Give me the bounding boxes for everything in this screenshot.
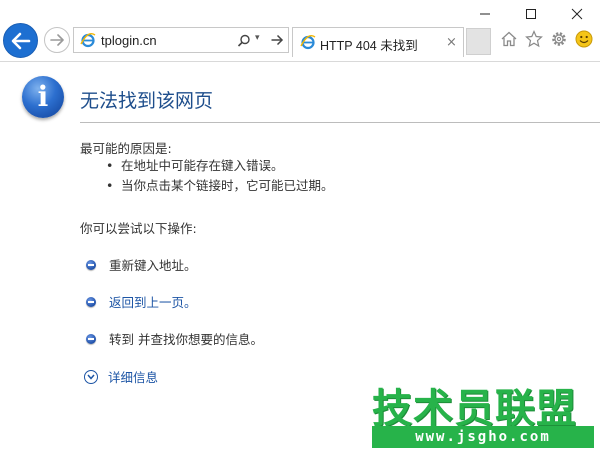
bullet-icon — [86, 259, 96, 270]
action-go-back[interactable]: 返回到上一页。 — [86, 292, 197, 311]
home-button[interactable] — [500, 30, 518, 52]
close-icon — [571, 8, 583, 20]
chevron-down-icon[interactable]: ▾ — [255, 33, 260, 43]
back-button[interactable] — [3, 23, 38, 58]
maximize-button[interactable] — [508, 0, 554, 28]
info-icon: i — [22, 76, 64, 118]
go-back-link[interactable]: 返回到上一页。 — [109, 292, 197, 311]
forward-arrow-icon — [50, 34, 64, 46]
go-arrow-icon — [271, 34, 284, 46]
more-info-toggle[interactable]: 详细信息 — [84, 367, 158, 386]
feedback-button[interactable] — [575, 30, 593, 52]
forward-button[interactable] — [44, 27, 70, 53]
tab-http-404[interactable]: HTTP 404 未找到 × — [292, 27, 464, 57]
reasons-list: 在地址中可能存在键入错误。 当你点击某个链接时，它可能已过期。 — [106, 156, 334, 196]
tab-close-icon[interactable]: × — [446, 35, 457, 50]
back-arrow-icon — [11, 32, 30, 49]
go-button[interactable] — [270, 32, 284, 51]
gear-icon — [552, 32, 566, 46]
bullet-icon — [86, 296, 96, 307]
minimize-icon — [480, 13, 490, 15]
list-item: 在地址中可能存在键入错误。 — [106, 156, 334, 176]
favorites-button[interactable] — [525, 30, 543, 52]
tools-button[interactable] — [550, 30, 568, 52]
reasons-heading: 最可能的原因是: — [80, 141, 172, 156]
browser-chrome: tplogin.cn ▾ HTTP 404 未找到 × — [0, 0, 600, 62]
more-info-label[interactable]: 详细信息 — [108, 367, 158, 386]
address-bar[interactable]: tplogin.cn ▾ — [73, 27, 289, 53]
watermark: 技术员联盟 www.jsgho.com — [356, 374, 600, 450]
watermark-url-bar: www.jsgho.com — [372, 426, 594, 448]
home-icon — [501, 31, 517, 47]
watermark-url: www.jsgho.com — [415, 429, 551, 445]
chevron-down-icon[interactable] — [84, 369, 98, 384]
smiley-icon — [575, 30, 593, 48]
title-divider — [80, 122, 600, 123]
address-text[interactable]: tplogin.cn — [101, 33, 157, 48]
new-tab-button[interactable] — [466, 28, 491, 55]
maximize-icon — [526, 9, 536, 19]
close-button[interactable] — [554, 0, 600, 28]
tab-title: HTTP 404 未找到 — [320, 39, 418, 53]
search-icon — [237, 34, 250, 47]
actions-heading: 你可以尝试以下操作: — [80, 221, 197, 236]
star-icon — [525, 30, 543, 48]
action-text: 转到 并查找你想要的信息。 — [109, 332, 263, 347]
page-title: 无法找到该网页 — [80, 90, 214, 112]
action-go-to-site: 转到 并查找你想要的信息。 — [86, 329, 263, 348]
bullet-icon — [86, 333, 96, 344]
ie-logo-icon — [80, 32, 96, 52]
action-retype-address: 重新键入地址。 — [86, 255, 197, 274]
ie-logo-icon — [300, 34, 316, 54]
list-item: 当你点击某个链接时，它可能已过期。 — [106, 176, 334, 196]
action-text: 重新键入地址。 — [109, 258, 197, 273]
minimize-button[interactable] — [462, 0, 508, 28]
search-button[interactable] — [237, 33, 251, 52]
